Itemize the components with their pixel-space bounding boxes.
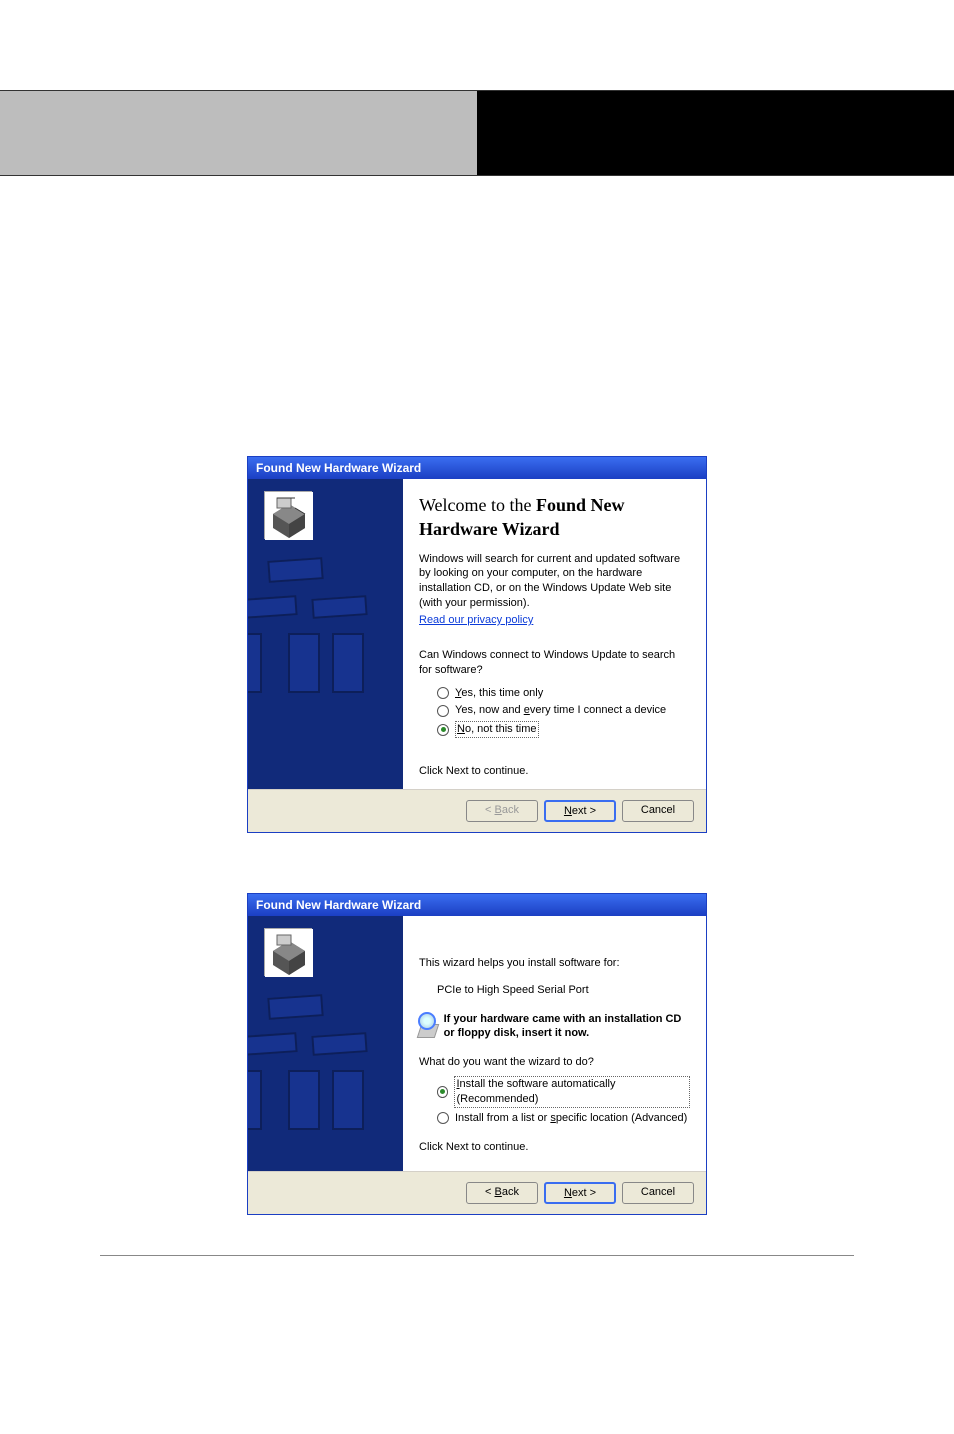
radio-label: Yes, now and every time I connect a devi… — [455, 703, 666, 718]
cd-instruction: If your hardware came with an installati… — [419, 1012, 690, 1042]
cancel-button[interactable]: Cancel — [622, 1182, 694, 1204]
radio-icon — [437, 1086, 448, 1098]
question-text: Can Windows connect to Windows Update to… — [419, 648, 690, 678]
next-button[interactable]: Next > — [544, 800, 616, 822]
help-text: This wizard helps you install software f… — [419, 956, 690, 971]
next-button[interactable]: Next > — [544, 1182, 616, 1204]
dialog-titlebar[interactable]: Found New Hardware Wizard — [248, 894, 706, 916]
hardware-icon — [264, 928, 312, 976]
radio-no[interactable]: No, not this time — [437, 721, 690, 738]
radio-label: Yes, this time only — [455, 686, 543, 701]
wizard-content: This wizard helps you install software f… — [403, 916, 706, 1171]
header-right-block — [477, 91, 954, 175]
radio-specific-location[interactable]: Install from a list or specific location… — [437, 1111, 690, 1126]
question-text: What do you want the wizard to do? — [419, 1055, 690, 1070]
radio-label: Install from a list or specific location… — [455, 1111, 687, 1126]
wizard-side-panel — [248, 916, 403, 1171]
privacy-link[interactable]: Read our privacy policy — [419, 614, 533, 626]
hardware-wizard-dialog-1: Found New Hardware Wizard — [247, 456, 707, 833]
page-footer-rule — [100, 1255, 854, 1256]
decorative-shapes — [248, 986, 403, 1171]
hardware-wizard-dialog-2: Found New Hardware Wizard — [247, 893, 707, 1215]
radio-yes-once[interactable]: Yes, this time only — [437, 686, 690, 701]
back-button[interactable]: < Back — [466, 1182, 538, 1204]
dialog-titlebar[interactable]: Found New Hardware Wizard — [248, 457, 706, 479]
radio-label: Install the software automatically (Reco… — [454, 1076, 690, 1108]
heading-bold: Found New — [536, 495, 625, 515]
dialog-title: Found New Hardware Wizard — [256, 898, 421, 912]
continue-text: Click Next to continue. — [419, 764, 690, 779]
continue-text: Click Next to continue. — [419, 1140, 690, 1155]
device-name: PCIe to High Speed Serial Port — [437, 983, 690, 998]
cd-text: If your hardware came with an installati… — [444, 1012, 690, 1042]
spacer — [0, 833, 954, 893]
wizard-footer: < Back Next > Cancel — [248, 1171, 706, 1214]
cd-icon — [419, 1012, 436, 1038]
radio-label: No, not this time — [455, 721, 539, 738]
radio-icon — [437, 1112, 449, 1124]
intro-text: Windows will search for current and upda… — [419, 552, 690, 611]
dialog-body: Welcome to the Found New Hardware Wizard… — [248, 479, 706, 789]
radio-icon — [437, 687, 449, 699]
radio-icon — [437, 724, 449, 736]
heading-text: Welcome to the — [419, 495, 536, 515]
spacer — [0, 176, 954, 456]
radio-auto-install[interactable]: Install the software automatically (Reco… — [437, 1076, 690, 1108]
radio-yes-always[interactable]: Yes, now and every time I connect a devi… — [437, 703, 690, 718]
wizard-footer: < Back Next > Cancel — [248, 789, 706, 832]
radio-icon — [437, 705, 449, 717]
dialog-title: Found New Hardware Wizard — [256, 461, 421, 475]
header-left-block — [0, 91, 477, 175]
back-button: < Back — [466, 800, 538, 822]
decorative-shapes — [248, 549, 403, 789]
document-page: Found New Hardware Wizard — [0, 90, 954, 1316]
wizard-heading: Welcome to the Found New Hardware Wizard — [419, 493, 690, 542]
cancel-button[interactable]: Cancel — [622, 800, 694, 822]
wizard-side-panel — [248, 479, 403, 789]
hardware-icon — [264, 491, 312, 539]
page-header — [0, 90, 954, 176]
heading-line2: Hardware Wizard — [419, 519, 560, 539]
dialog-body: This wizard helps you install software f… — [248, 916, 706, 1171]
wizard-content: Welcome to the Found New Hardware Wizard… — [403, 479, 706, 789]
